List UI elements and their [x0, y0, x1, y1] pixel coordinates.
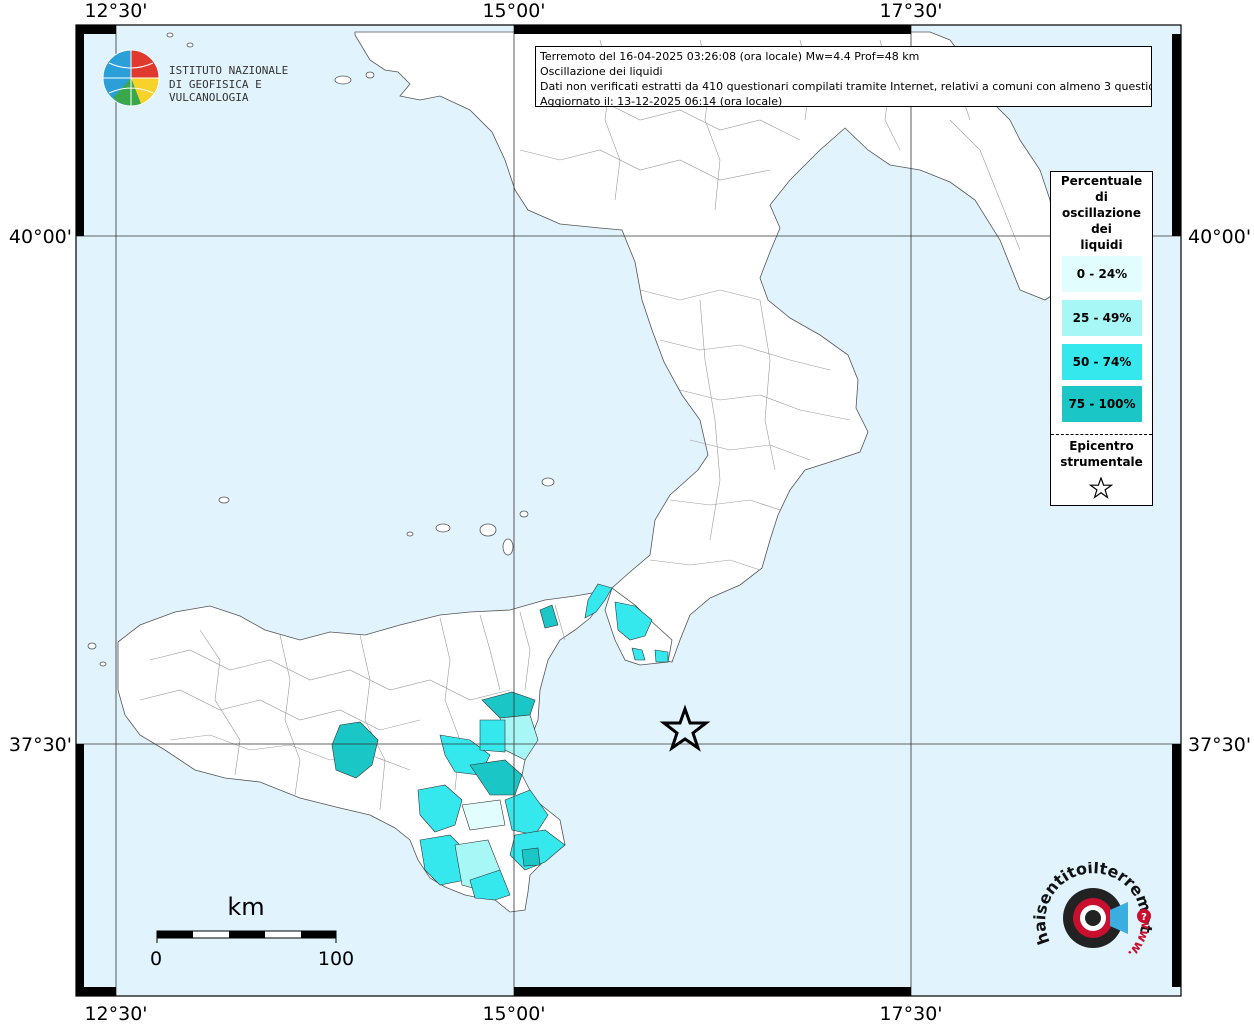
event-info-box: Terremoto del 16-04-2025 03:26:08 (ora l…: [535, 46, 1152, 107]
legend-title-line: Percentuale: [1060, 174, 1143, 188]
lon-label-bottom-2: 15°00': [482, 1003, 545, 1024]
haisentito-www: www.: [1124, 917, 1153, 961]
scale-title: km: [227, 893, 264, 921]
legend-class-75-100: 75 - 100%: [1062, 386, 1142, 422]
lon-label-top-2: 15°00': [482, 0, 545, 22]
lat-label-right-1: 40°00': [1188, 226, 1251, 248]
area-palagonia: [461, 799, 506, 831]
scale-end-label: 100: [318, 948, 354, 970]
legend-title-line: di: [1095, 190, 1108, 204]
updated-line: Aggiornato il: 13-12-2025 06:14 (ora loc…: [540, 95, 783, 107]
lat-label-right-2: 37°30': [1188, 734, 1251, 756]
haisentito-target-icon: haisentitoilterremoto.it www. ?: [1025, 847, 1157, 961]
legend-epicenter-title: Epicentro strumentale: [1051, 438, 1152, 470]
area-reggio-east: [654, 649, 669, 663]
svg-text:www.: www.: [1124, 917, 1153, 961]
ingv-name-line2: DI GEOFISICA E VULCANOLOGIA: [169, 78, 262, 104]
legend-epicenter-line: Epicentro: [1069, 439, 1134, 453]
legend-class-0-24: 0 - 24%: [1062, 256, 1142, 292]
haisentito-logo: haisentitoilterremoto.it www. ?: [1025, 847, 1160, 974]
data-source-line: Dati non verificati estratti da 410 ques…: [540, 80, 1152, 93]
legend-separator: [1051, 434, 1152, 435]
legend-class-25-49: 25 - 49%: [1062, 300, 1142, 336]
ingv-logo: ISTITUTO NAZIONALE DI GEOFISICA E VULCAN…: [101, 48, 331, 112]
legend-title-line: liquidi: [1080, 238, 1123, 252]
event-line: Terremoto del 16-04-2025 03:26:08 (ora l…: [540, 50, 920, 63]
lon-label-top-3: 17°30': [879, 0, 942, 22]
svg-text:?: ?: [1141, 912, 1147, 923]
legend-class-50-74: 50 - 74%: [1062, 344, 1142, 380]
legend-title-line: oscillazione: [1062, 206, 1141, 220]
legend-title-line: dei: [1091, 222, 1112, 236]
lon-label-bottom-1: 12°30': [84, 1003, 147, 1024]
legend-epicenter-line: strumentale: [1060, 455, 1143, 469]
legend: Percentuale di oscillazione dei liquidi …: [1050, 171, 1153, 506]
lon-label-top-1: 12°30': [84, 0, 147, 22]
lon-label-bottom-3: 17°30': [879, 1003, 942, 1024]
legend-title: Percentuale di oscillazione dei liquidi: [1051, 173, 1152, 253]
lat-label-left-1: 40°00': [9, 226, 72, 248]
area-siracusa-deep: [521, 847, 541, 867]
ingv-globe-icon: [102, 49, 160, 107]
lat-label-left-2: 37°30': [9, 734, 72, 756]
legend-star-outline-icon: [1089, 477, 1113, 499]
parameter-line: Oscillazione dei liquidi: [540, 65, 663, 78]
ingv-name-line1: ISTITUTO NAZIONALE: [169, 64, 289, 77]
scale-start-label: 0: [150, 948, 162, 970]
area-paterno: [479, 719, 506, 753]
